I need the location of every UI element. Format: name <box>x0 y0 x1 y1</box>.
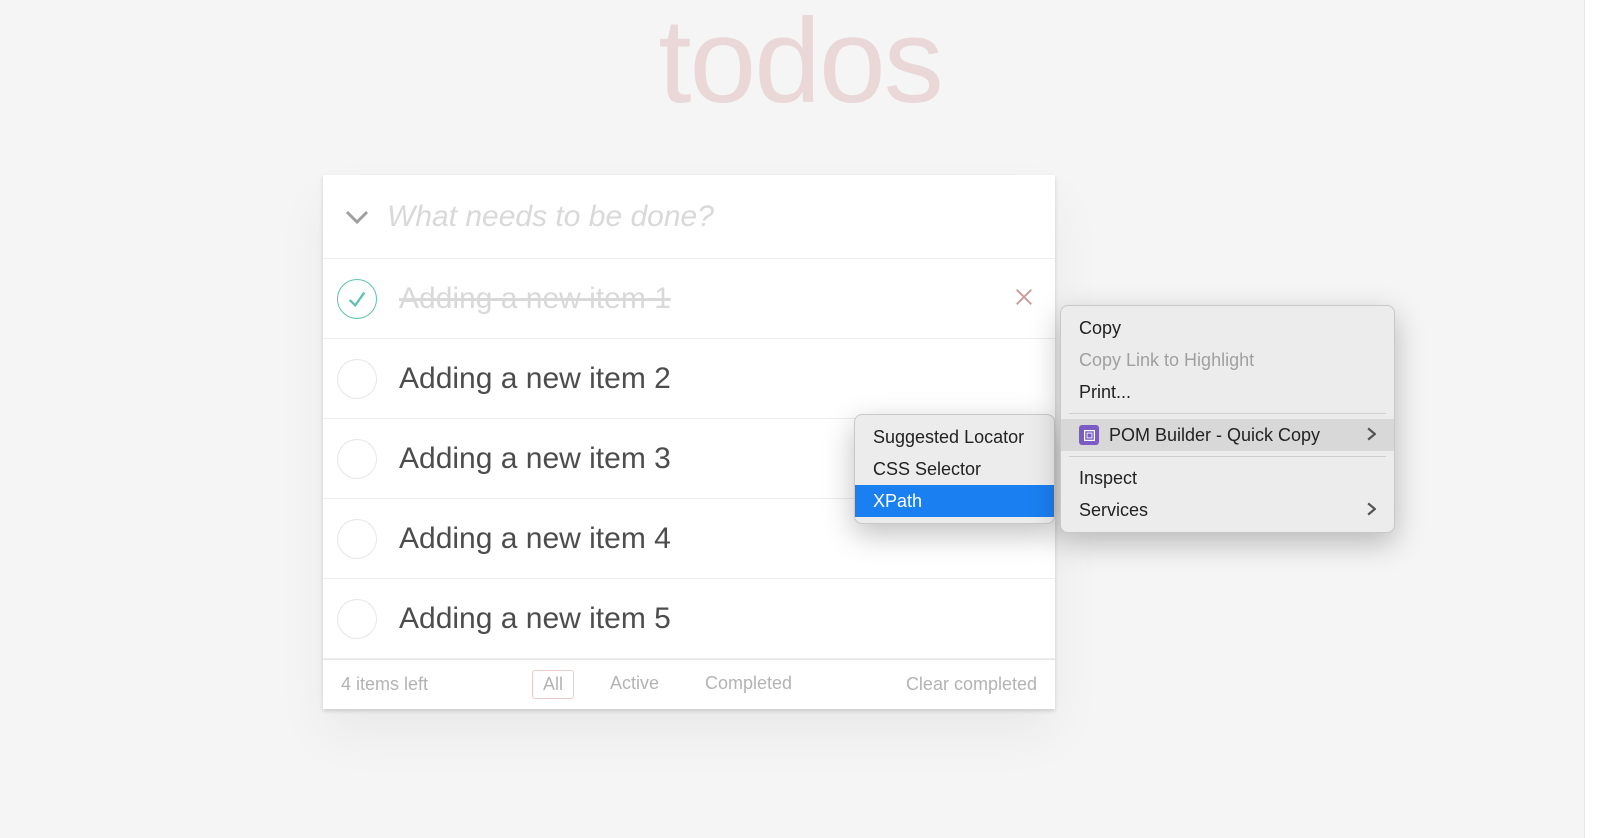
filter-all[interactable]: All <box>532 670 574 699</box>
separator <box>1069 456 1386 457</box>
pom-icon <box>1079 425 1099 445</box>
submenu-xpath[interactable]: XPath <box>855 485 1054 517</box>
todo-label: Adding a new item 1 <box>399 282 671 316</box>
app-title: todos <box>0 0 1600 130</box>
submenu-css-selector[interactable]: CSS Selector <box>855 453 1054 485</box>
filters: All Active Completed <box>428 670 906 699</box>
check-icon[interactable] <box>337 519 377 559</box>
chevron-right-icon <box>1337 500 1376 521</box>
filter-completed[interactable]: Completed <box>695 670 802 699</box>
ctx-services[interactable]: Services <box>1061 494 1394 526</box>
todo-label: Adding a new item 5 <box>399 602 671 636</box>
toggle-all-icon[interactable] <box>337 210 377 224</box>
scrollbar[interactable] <box>1584 0 1600 838</box>
todo-item[interactable]: Adding a new item 1 <box>323 259 1055 339</box>
ctx-copy[interactable]: Copy <box>1061 312 1394 344</box>
check-icon[interactable] <box>337 359 377 399</box>
ctx-services-label: Services <box>1079 500 1148 521</box>
todo-label: Adding a new item 4 <box>399 522 671 556</box>
chevron-right-icon <box>1337 425 1376 446</box>
submenu-suggested-locator[interactable]: Suggested Locator <box>855 421 1054 453</box>
header <box>323 175 1055 259</box>
footer: 4 items left All Active Completed Clear … <box>323 659 1055 709</box>
destroy-icon[interactable] <box>1013 284 1035 314</box>
todo-item[interactable]: Adding a new item 2 <box>323 339 1055 419</box>
todo-item[interactable]: Adding a new item 5 <box>323 579 1055 659</box>
ctx-inspect[interactable]: Inspect <box>1061 462 1394 494</box>
clear-completed[interactable]: Clear completed <box>906 674 1037 695</box>
check-icon[interactable] <box>337 439 377 479</box>
check-icon[interactable] <box>337 279 377 319</box>
ctx-pom-builder[interactable]: POM Builder - Quick Copy <box>1061 419 1394 451</box>
todo-label: Adding a new item 2 <box>399 362 671 396</box>
separator <box>1069 413 1386 414</box>
submenu-pom: Suggested Locator CSS Selector XPath <box>854 414 1055 524</box>
ctx-print[interactable]: Print... <box>1061 376 1394 408</box>
check-icon[interactable] <box>337 599 377 639</box>
items-left: 4 items left <box>341 674 428 695</box>
ctx-pom-label: POM Builder - Quick Copy <box>1109 425 1320 446</box>
ctx-copy-link: Copy Link to Highlight <box>1061 344 1394 376</box>
new-todo-input[interactable] <box>377 200 1055 234</box>
context-menu: Copy Copy Link to Highlight Print... POM… <box>1060 305 1395 533</box>
filter-active[interactable]: Active <box>600 670 669 699</box>
todo-label: Adding a new item 3 <box>399 442 671 476</box>
